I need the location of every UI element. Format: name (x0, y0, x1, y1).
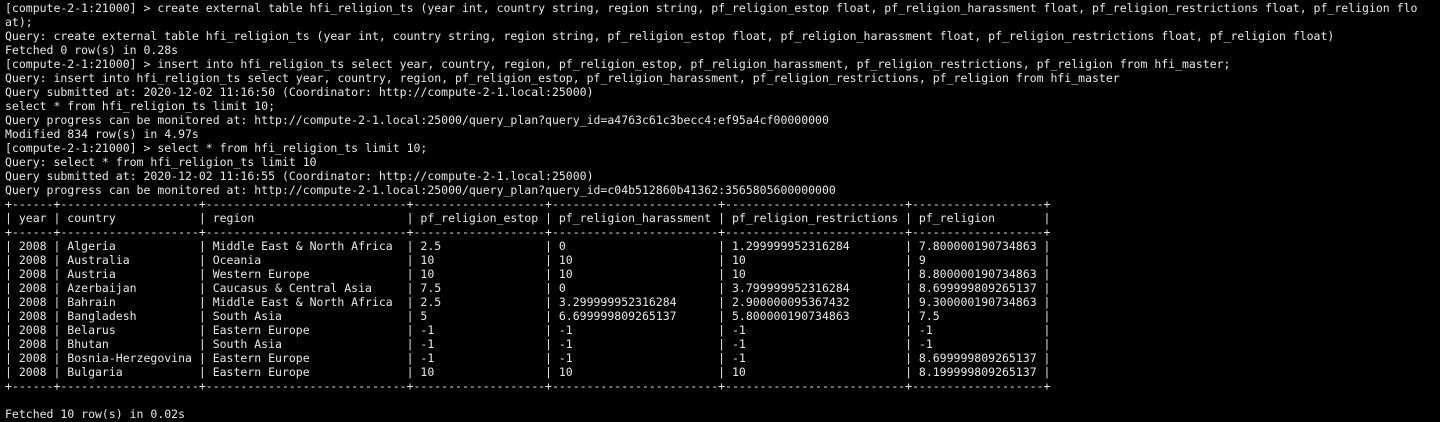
terminal-line-prompt-create: [compute-2-1:21000] > create external ta… (5, 1, 1418, 15)
result-table-border-top: +------+--------------------+-----------… (5, 197, 1051, 211)
terminal-line-typeahead-select: select * from hfi_religion_ts limit 10; (5, 99, 276, 113)
result-table-row: | 2008 | Bangladesh | South Asia | 5 | 6… (5, 309, 1051, 323)
result-table-row: | 2008 | Bosnia-Herzegovina | Eastern Eu… (5, 351, 1051, 365)
terminal-line-prompt-insert: [compute-2-1:21000] > insert into hfi_re… (5, 57, 1231, 71)
terminal-line-fetched-create: Fetched 0 row(s) in 0.28s (5, 43, 179, 57)
result-table-header: | year | country | region | pf_religion_… (5, 211, 1051, 225)
result-table-row: | 2008 | Bulgaria | Eastern Europe | 10 … (5, 365, 1051, 379)
terminal-line-prompt-create-cont: at); (5, 15, 33, 29)
terminal-line-fetched-select: Fetched 10 row(s) in 0.02s (5, 407, 186, 421)
terminal-line-submitted-select: Query submitted at: 2020-12-02 11:16:55 … (5, 169, 594, 183)
result-table-row: | 2008 | Bahrain | Middle East & North A… (5, 295, 1051, 309)
terminal-line-query-insert: Query: insert into hfi_religion_ts selec… (5, 71, 1120, 85)
result-table-row: | 2008 | Bhutan | South Asia | -1 | -1 |… (5, 337, 1051, 351)
terminal-line-query-create: Query: create external table hfi_religio… (5, 29, 1335, 43)
terminal-line-query-select: Query: select * from hfi_religion_ts lim… (5, 155, 317, 169)
result-table-row: | 2008 | Australia | Oceania | 10 | 10 |… (5, 253, 1051, 267)
terminal-window[interactable]: [compute-2-1:21000] > create external ta… (0, 0, 1440, 422)
terminal-line-progress-select: Query progress can be monitored at: http… (5, 183, 836, 197)
result-table-row: | 2008 | Azerbaijan | Caucasus & Central… (5, 281, 1051, 295)
result-table-row: | 2008 | Algeria | Middle East & North A… (5, 239, 1051, 253)
terminal-line-progress-insert: Query progress can be monitored at: http… (5, 113, 829, 127)
terminal-line-modified-insert: Modified 834 row(s) in 4.97s (5, 127, 199, 141)
terminal-line-submitted-insert: Query submitted at: 2020-12-02 11:16:50 … (5, 85, 594, 99)
result-table-border-bottom: +------+--------------------+-----------… (5, 379, 1051, 393)
result-table-row: | 2008 | Belarus | Eastern Europe | -1 |… (5, 323, 1051, 337)
result-table-row: | 2008 | Austria | Western Europe | 10 |… (5, 267, 1051, 281)
terminal-line-prompt-select: [compute-2-1:21000] > select * from hfi_… (5, 141, 428, 155)
result-table-border-header: +------+--------------------+-----------… (5, 225, 1051, 239)
